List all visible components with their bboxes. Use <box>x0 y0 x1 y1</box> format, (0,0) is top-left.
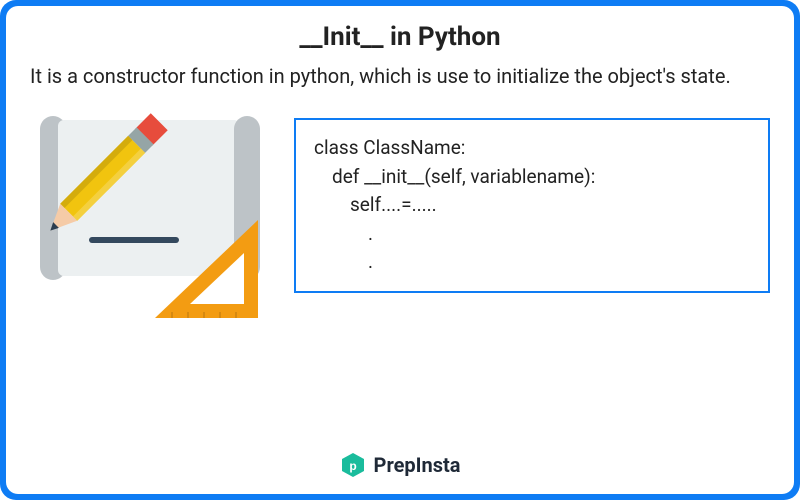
subtitle: It is a constructor function in python, … <box>30 62 770 90</box>
code-line-3: self....=..... <box>314 191 750 220</box>
code-box: class ClassName: def __init__(self, vari… <box>294 118 770 293</box>
code-line-2: def __init__(self, variablename): <box>314 163 750 192</box>
outer-frame: __Init__ in Python It is a constructor f… <box>0 0 800 500</box>
content-row: class ClassName: def __init__(self, vari… <box>30 108 770 444</box>
brand-logo-icon: p <box>340 452 366 478</box>
code-line-5: . <box>314 248 750 277</box>
card: __Init__ in Python It is a constructor f… <box>6 6 794 494</box>
svg-text:p: p <box>349 459 356 473</box>
page-title: __Init__ in Python <box>30 22 770 52</box>
code-line-1: class ClassName: <box>314 134 750 163</box>
footer: p PrepInsta <box>30 444 770 478</box>
code-line-4: . <box>314 220 750 249</box>
brand-name: PrepInsta <box>374 453 461 477</box>
blueprint-pencil-triangle-illustration <box>40 108 270 323</box>
